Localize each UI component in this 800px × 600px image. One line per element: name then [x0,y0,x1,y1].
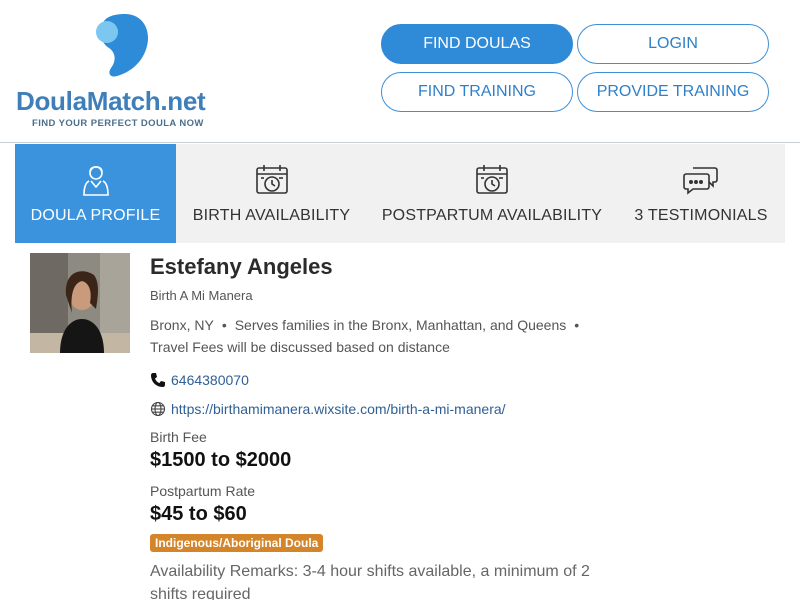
calendar-clock-icon [474,162,510,198]
tab-label: BIRTH AVAILABILITY [192,207,351,224]
availability-remarks: Availability Remarks: 3-4 hour shifts av… [150,563,590,600]
service-area: Serves families in the Bronx, Manhattan,… [234,317,567,333]
provide-training-button[interactable]: PROVIDE TRAINING [577,72,769,112]
phone-number: 6464380070 [171,372,249,388]
travel-fees: Travel Fees will be discussed based on d… [150,339,450,355]
profile-tabs: DOULA PROFILE BIRTH AVAILABILITY POSTPAR… [15,144,785,243]
tab-label: 3 TESTIMONIALS [634,207,768,224]
globe-icon [150,401,166,417]
birth-fee-label: Birth Fee [150,429,207,445]
website-url: https://birthamimanera.wixsite.com/birth… [171,401,506,417]
phone-icon [151,373,165,387]
tab-label: DOULA PROFILE [30,207,161,224]
tab-testimonials[interactable]: 3 TESTIMONIALS [617,144,785,243]
chat-bubbles-icon [683,162,719,198]
bullet-separator: • [574,317,580,333]
site-logo[interactable]: DoulaMatch.net FIND YOUR PERFECT DOULA N… [16,10,226,135]
tab-birth-availability[interactable]: BIRTH AVAILABILITY [176,144,367,243]
tab-doula-profile[interactable]: DOULA PROFILE [15,144,176,243]
bullet-separator: • [221,317,227,333]
location-line: Bronx, NY • Serves families in the Bronx, … [150,317,587,333]
doula-logo-icon [96,14,149,77]
calendar-clock-icon [254,162,290,198]
postpartum-rate-value: $45 to $60 [150,503,247,525]
indigenous-doula-badge: Indigenous/Aboriginal Doula [150,534,324,552]
logo-tagline: FIND YOUR PERFECT DOULA NOW [32,118,204,129]
logo-wordmark: DoulaMatch.net [16,86,206,116]
website-link[interactable]: https://birthamimanera.wixsite.com/birth… [150,401,506,417]
tab-postpartum-availability[interactable]: POSTPARTUM AVAILABILITY [367,144,617,243]
doula-person-icon [78,162,114,198]
find-doulas-button[interactable]: FIND DOULAS [381,24,573,64]
find-training-button[interactable]: FIND TRAINING [381,72,573,112]
birth-fee-value: $1500 to $2000 [150,449,292,471]
phone-link[interactable]: 6464380070 [150,372,249,388]
business-name: Birth A Mi Manera [150,288,253,303]
tab-label: POSTPARTUM AVAILABILITY [381,207,603,224]
postpartum-rate-label: Postpartum Rate [150,483,256,499]
login-button[interactable]: LOGIN [577,24,769,64]
city: Bronx, NY [150,317,214,333]
doula-name: Estefany Angeles [150,254,333,279]
site-header: DoulaMatch.net FIND YOUR PERFECT DOULA N… [0,0,800,143]
doula-photo [30,253,130,353]
